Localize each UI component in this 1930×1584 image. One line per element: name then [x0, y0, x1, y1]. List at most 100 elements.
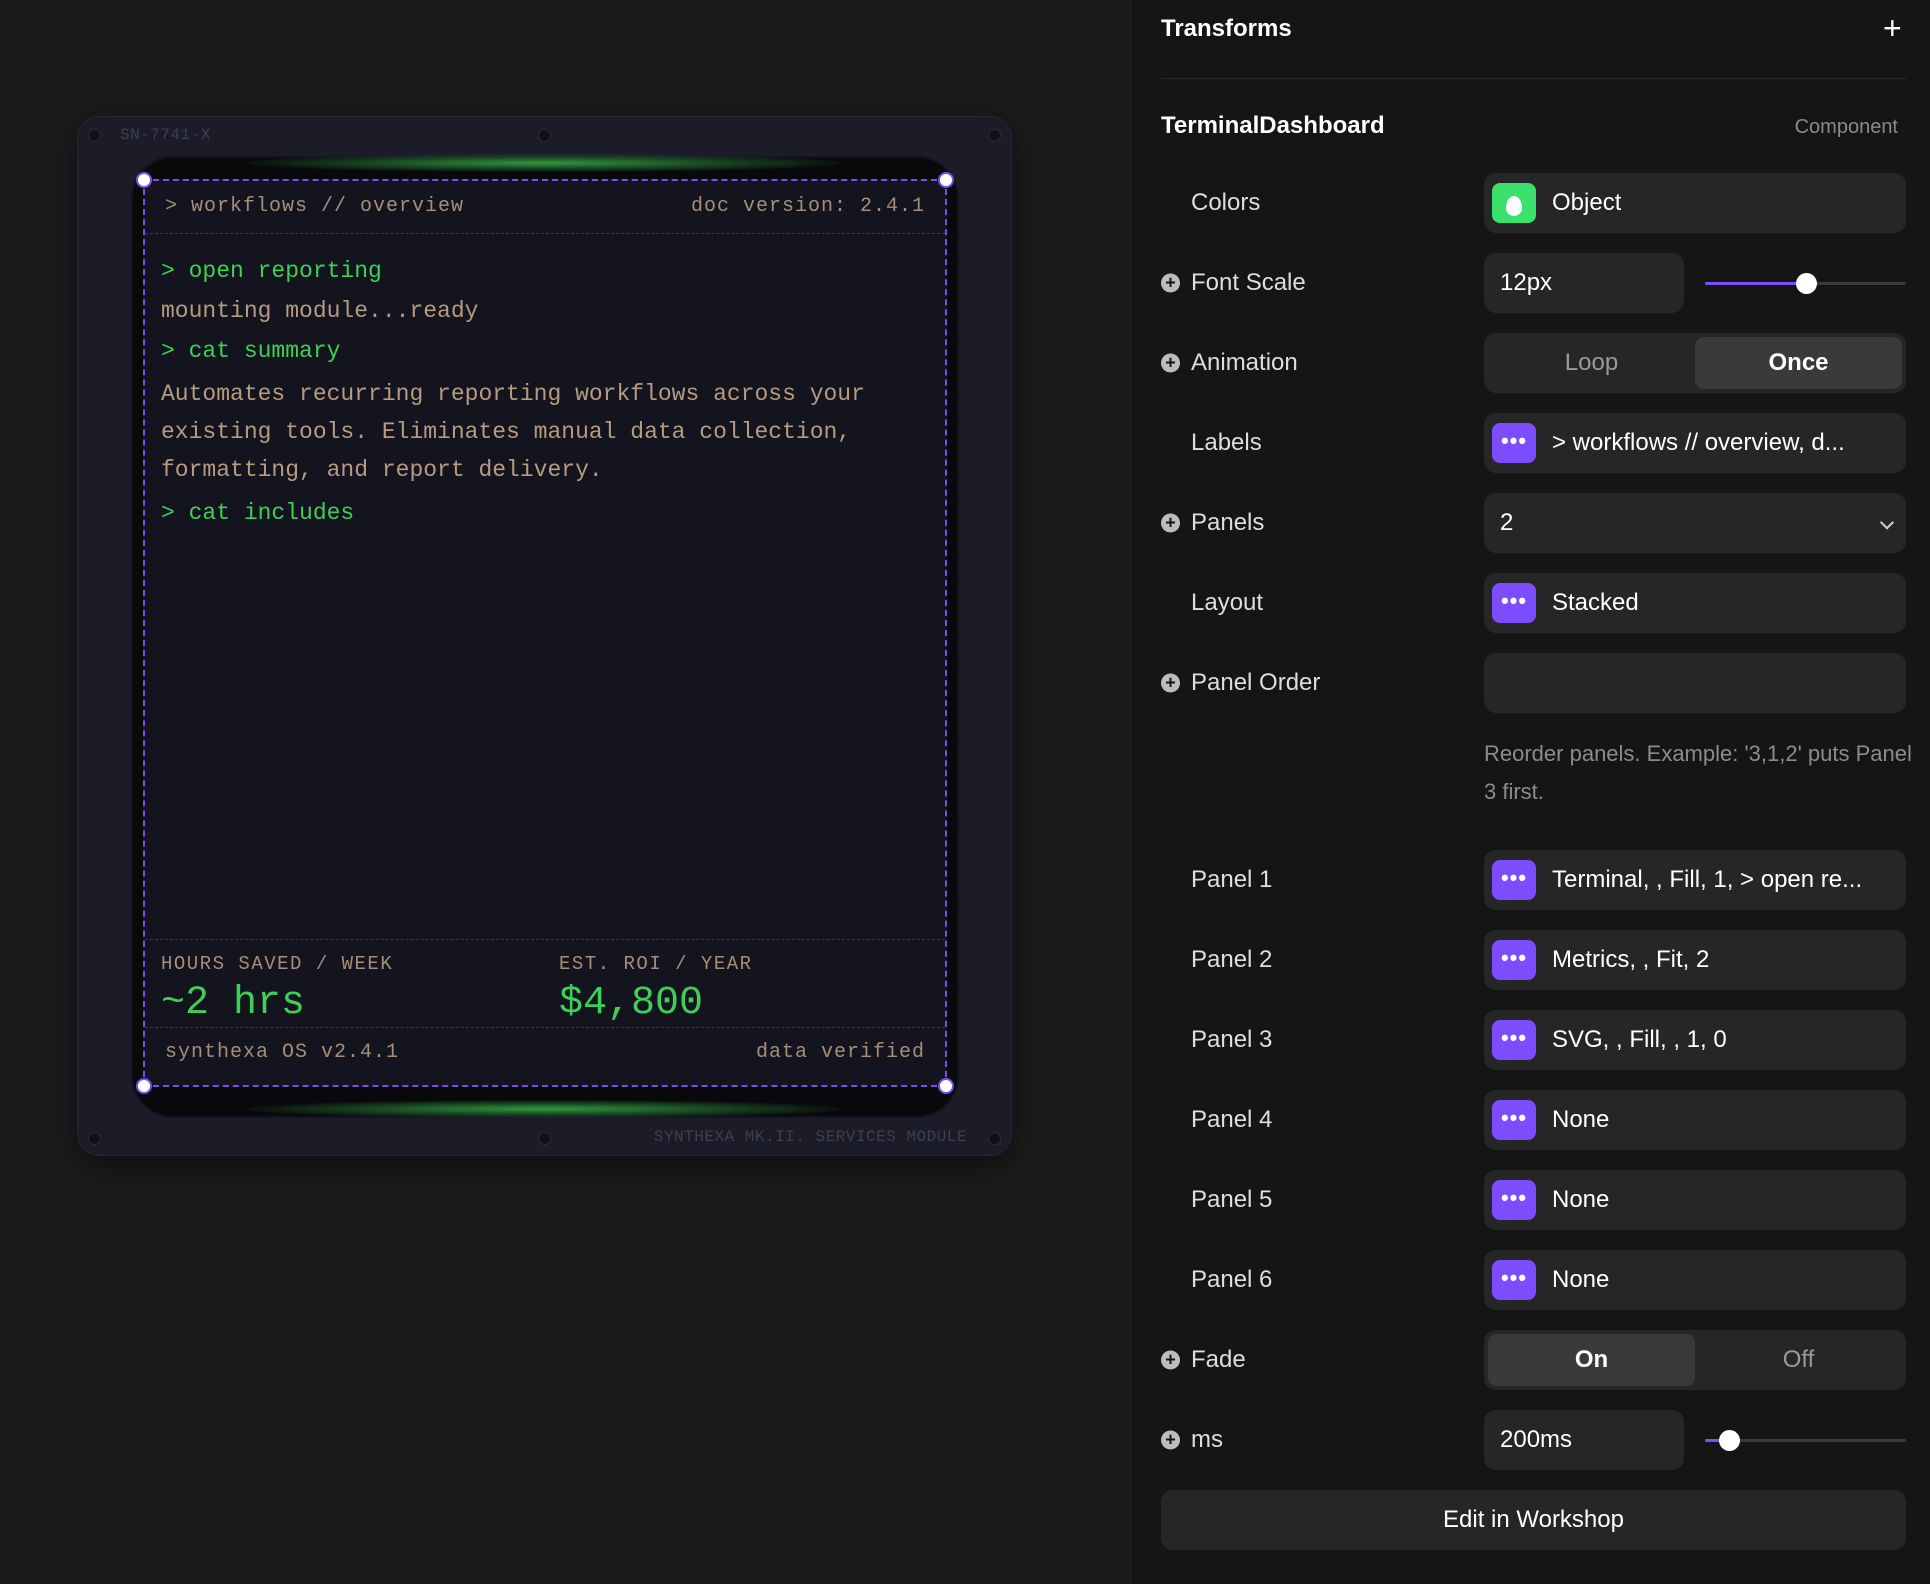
metric-value: ~2 hrs	[161, 981, 306, 1026]
prop-panel-5: Panel 5 ••• None	[1161, 1170, 1906, 1230]
fade-option-on[interactable]: On	[1488, 1334, 1695, 1386]
animation-option-once[interactable]: Once	[1695, 337, 1902, 389]
panel-2-value: Metrics, , Fit, 2	[1552, 946, 1710, 973]
panel-3-value: SVG, , Fill, , 1, 0	[1552, 1026, 1727, 1053]
prop-panel-order: + Panel Order	[1161, 653, 1906, 713]
metric-value: $4,800	[559, 981, 704, 1026]
panel-1-control[interactable]: ••• Terminal, , Fill, 1, > open re...	[1484, 850, 1906, 910]
labels-control[interactable]: ••• > workflows // overview, d...	[1484, 413, 1906, 473]
add-circle-icon[interactable]: +	[1161, 673, 1180, 693]
prop-label: Panel 6	[1191, 1266, 1273, 1293]
panel-6-control[interactable]: ••• None	[1484, 1250, 1906, 1310]
terminal-summary: Automates recurring reporting workflows …	[161, 375, 931, 489]
prop-panel-1: Panel 1 ••• Terminal, , Fill, 1, > open …	[1161, 850, 1906, 910]
chevron-down-icon	[1879, 515, 1895, 530]
prop-animation: + Animation Loop Once	[1161, 333, 1906, 393]
summary-line: formatting, and report delivery.	[161, 457, 603, 483]
add-circle-icon[interactable]: +	[1161, 273, 1180, 293]
panel-4-control[interactable]: ••• None	[1484, 1090, 1906, 1150]
colors-value: Object	[1552, 189, 1622, 216]
screw-icon	[989, 130, 1000, 141]
add-circle-icon[interactable]: +	[1161, 513, 1180, 533]
more-icon: •••	[1492, 1100, 1536, 1140]
component-name: TerminalDashboard	[1161, 112, 1385, 139]
ms-slider[interactable]	[1705, 1430, 1906, 1451]
labels-value: > workflows // overview, d...	[1552, 429, 1845, 456]
ms-input[interactable]: 200ms	[1484, 1410, 1684, 1470]
slider-knob[interactable]	[1795, 273, 1817, 294]
screw-icon	[89, 130, 100, 141]
prop-label: Layout	[1191, 589, 1264, 616]
prop-label: ms	[1191, 1426, 1223, 1453]
prop-panel-6: Panel 6 ••• None	[1161, 1250, 1906, 1310]
panel-order-hint: Reorder panels. Example: '3,1,2' puts Pa…	[1484, 741, 1912, 804]
more-icon: •••	[1492, 423, 1536, 463]
panel-order-input[interactable]	[1484, 653, 1906, 713]
more-icon: •••	[1492, 1020, 1536, 1060]
prop-fade: + Fade On Off	[1161, 1330, 1906, 1390]
font-scale-value: 12px	[1500, 269, 1553, 296]
font-scale-input[interactable]: 12px	[1484, 253, 1684, 313]
add-circle-icon[interactable]: +	[1161, 1350, 1180, 1370]
layout-control[interactable]: ••• Stacked	[1484, 573, 1906, 633]
panel-title: Transforms	[1161, 15, 1292, 42]
panels-value: 2	[1500, 509, 1514, 536]
metric-label: HOURS SAVED / WEEK	[161, 953, 394, 975]
canvas[interactable]: SN-7741-X > workflows // overview doc ve…	[0, 0, 1130, 1584]
prop-colors: Colors Object	[1161, 173, 1906, 233]
footer-status: data verified	[755, 1041, 925, 1064]
header-version: doc version: 2.4.1	[690, 195, 925, 218]
prop-label: Fade	[1191, 1346, 1246, 1373]
fade-option-off[interactable]: Off	[1695, 1334, 1902, 1386]
screen-header: > workflows // overview doc version: 2.4…	[165, 195, 925, 227]
footer-divider	[145, 1027, 945, 1028]
colors-control[interactable]: Object	[1484, 173, 1906, 233]
prop-panel-2: Panel 2 ••• Metrics, , Fit, 2	[1161, 930, 1906, 990]
slider-knob[interactable]	[1719, 1430, 1741, 1451]
prop-panel-4: Panel 4 ••• None	[1161, 1090, 1906, 1150]
prop-panels: + Panels 2	[1161, 493, 1906, 553]
animation-segmented: Loop Once	[1484, 333, 1906, 393]
panel-5-control[interactable]: ••• None	[1484, 1170, 1906, 1230]
panel-3-control[interactable]: ••• SVG, , Fill, , 1, 0	[1484, 1010, 1906, 1070]
panel-5-value: None	[1552, 1186, 1610, 1213]
divider	[1161, 78, 1906, 79]
resize-handle-top-left[interactable]	[136, 172, 152, 188]
font-scale-slider[interactable]	[1705, 273, 1906, 294]
component-type: Component	[1794, 116, 1898, 138]
metric-roi: EST. ROI / YEAR $4,800	[559, 953, 753, 1026]
prop-label: Animation	[1191, 349, 1298, 376]
panels-select[interactable]: 2	[1484, 493, 1906, 553]
properties-panel: Transforms + TerminalDashboard Component…	[1130, 0, 1930, 1584]
more-icon: •••	[1492, 940, 1536, 980]
prop-label: Panels	[1191, 509, 1265, 536]
prop-ms: + ms 200ms	[1161, 1410, 1906, 1470]
footer-os: synthexa OS v2.4.1	[165, 1041, 400, 1064]
resize-handle-bottom-left[interactable]	[136, 1078, 152, 1094]
terminal-screen[interactable]: > workflows // overview doc version: 2.4…	[136, 172, 954, 1094]
device-serial: SN-7741-X	[120, 126, 211, 144]
panel-4-value: None	[1552, 1106, 1610, 1133]
add-circle-icon[interactable]: +	[1161, 1430, 1180, 1450]
screw-icon	[539, 1133, 550, 1144]
color-drop-badge	[1492, 183, 1536, 223]
more-icon: •••	[1492, 860, 1536, 900]
edit-in-workshop-button[interactable]: Edit in Workshop	[1161, 1490, 1906, 1550]
bottom-glow	[247, 1100, 842, 1118]
prop-label: Panel 3	[1191, 1026, 1273, 1053]
resize-handle-bottom-right[interactable]	[938, 1078, 954, 1094]
summary-line: Automates recurring reporting workflows …	[161, 381, 865, 407]
prop-label: Panel 1	[1191, 866, 1273, 893]
header-divider	[145, 233, 945, 234]
resize-handle-top-right[interactable]	[938, 172, 954, 188]
plus-icon[interactable]: +	[1883, 12, 1902, 44]
add-circle-icon[interactable]: +	[1161, 353, 1180, 373]
panel-2-control[interactable]: ••• Metrics, , Fit, 2	[1484, 930, 1906, 990]
screw-icon	[539, 130, 550, 141]
more-icon: •••	[1492, 1260, 1536, 1300]
fade-segmented: On Off	[1484, 1330, 1906, 1390]
prop-label: Panel 5	[1191, 1186, 1273, 1213]
top-glow	[247, 154, 842, 172]
panel-6-value: None	[1552, 1266, 1610, 1293]
animation-option-loop[interactable]: Loop	[1488, 337, 1695, 389]
